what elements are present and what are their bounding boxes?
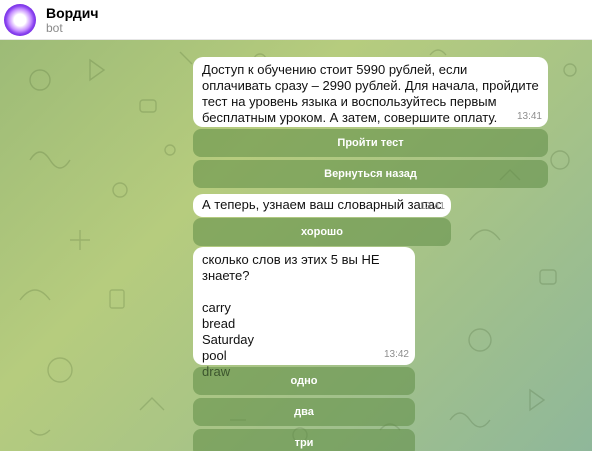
message-time: 13:42 bbox=[383, 349, 409, 360]
message-text: А теперь, узнаем ваш словарный запас bbox=[202, 197, 442, 212]
chat-subtitle: bot bbox=[46, 21, 63, 35]
ok-button[interactable]: хорошо bbox=[193, 218, 451, 246]
answer-two-button[interactable]: два bbox=[193, 398, 415, 426]
message-time: 13:41 bbox=[516, 111, 542, 122]
pass-test-button[interactable]: Пройти тест bbox=[193, 129, 548, 157]
go-back-button[interactable]: Вернуться назад bbox=[193, 160, 548, 188]
message-bubble: Доступ к обучению стоит 5990 рублей, есл… bbox=[193, 57, 548, 127]
bot-avatar[interactable] bbox=[4, 4, 36, 36]
chat-title[interactable]: Вордич bbox=[46, 5, 99, 21]
answer-three-button[interactable]: три bbox=[193, 429, 415, 451]
message-time: 13:41 bbox=[419, 201, 445, 212]
chat-area[interactable]: Доступ к обучению стоит 5990 рублей, есл… bbox=[0, 40, 592, 451]
chat-header: Вордич bot bbox=[0, 0, 592, 40]
message-bubble: А теперь, узнаем ваш словарный запас 13:… bbox=[193, 194, 451, 217]
message-bubble: сколько слов из этих 5 вы НЕ знаете? car… bbox=[193, 247, 415, 379]
message-text: сколько слов из этих 5 вы НЕ знаете? car… bbox=[202, 252, 380, 379]
message-text: Доступ к обучению стоит 5990 рублей, есл… bbox=[202, 62, 539, 125]
answer-one-button[interactable]: одно bbox=[193, 367, 415, 395]
